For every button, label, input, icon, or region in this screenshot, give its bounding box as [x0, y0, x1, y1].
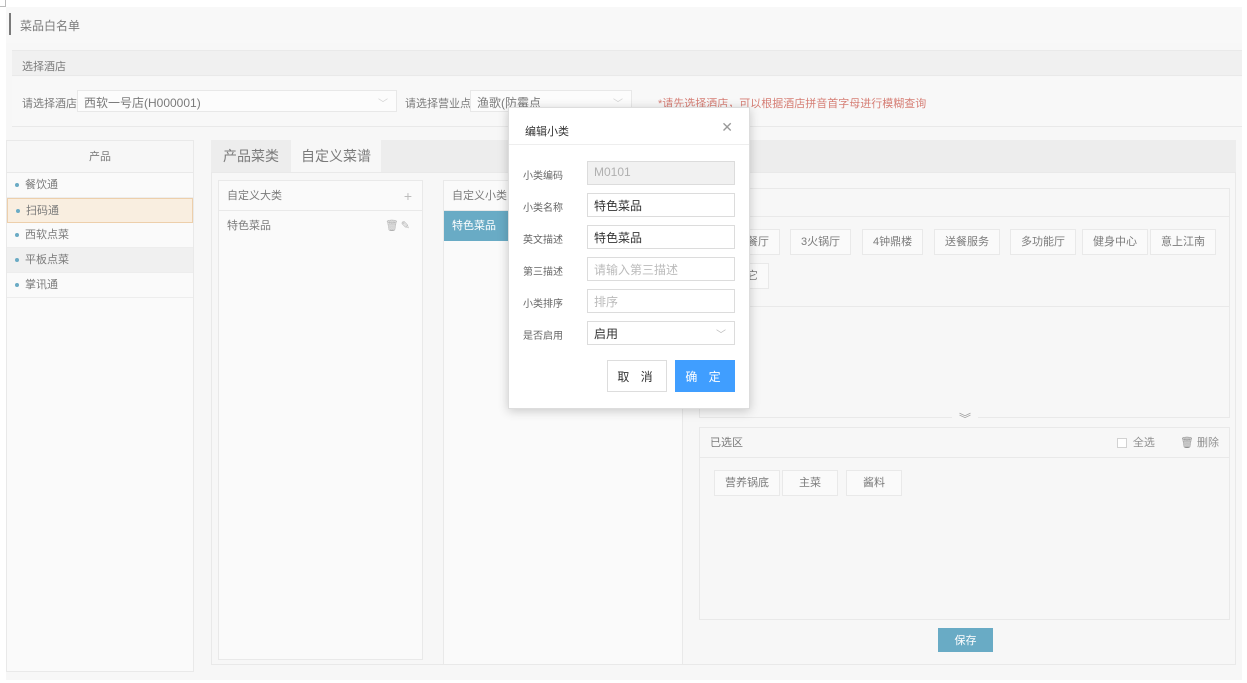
third-desc-input[interactable]: 请输入第三描述: [587, 257, 735, 281]
field-label: 英文描述: [523, 235, 563, 246]
field-english: 英文描述 特色菜品: [523, 225, 735, 249]
field-label: 小类名称: [523, 203, 563, 214]
confirm-button[interactable]: 确 定: [675, 360, 735, 392]
field-name: 小类名称 特色菜品: [523, 193, 735, 217]
field-label: 第三描述: [523, 267, 563, 278]
cancel-button[interactable]: 取 消: [607, 360, 667, 392]
field-sort: 小类排序 排序: [523, 289, 735, 313]
field-label: 是否启用: [523, 331, 563, 342]
enabled-select-value: 启用: [594, 327, 619, 341]
enabled-select[interactable]: 启用 ﹀: [587, 321, 735, 345]
field-label: 小类排序: [523, 299, 563, 310]
field-code: 小类编码 M0101: [523, 161, 735, 185]
edit-subcategory-dialog: 编辑小类 ✕ 小类编码 M0101 小类名称 特色菜品 英文描述 特色菜品 第三…: [508, 107, 750, 409]
field-enabled: 是否启用 启用 ﹀: [523, 321, 735, 345]
window-corner: [0, 0, 6, 7]
name-input[interactable]: 特色菜品: [587, 193, 735, 217]
sort-input[interactable]: 排序: [587, 289, 735, 313]
field-third: 第三描述 请输入第三描述: [523, 257, 735, 281]
chevron-down-icon: ﹀: [716, 330, 726, 341]
dialog-divider: [509, 144, 749, 145]
close-icon[interactable]: ✕: [721, 119, 733, 136]
code-input: M0101: [587, 161, 735, 185]
field-label: 小类编码: [523, 171, 563, 182]
dialog-title: 编辑小类: [525, 126, 569, 138]
english-desc-input[interactable]: 特色菜品: [587, 225, 735, 249]
